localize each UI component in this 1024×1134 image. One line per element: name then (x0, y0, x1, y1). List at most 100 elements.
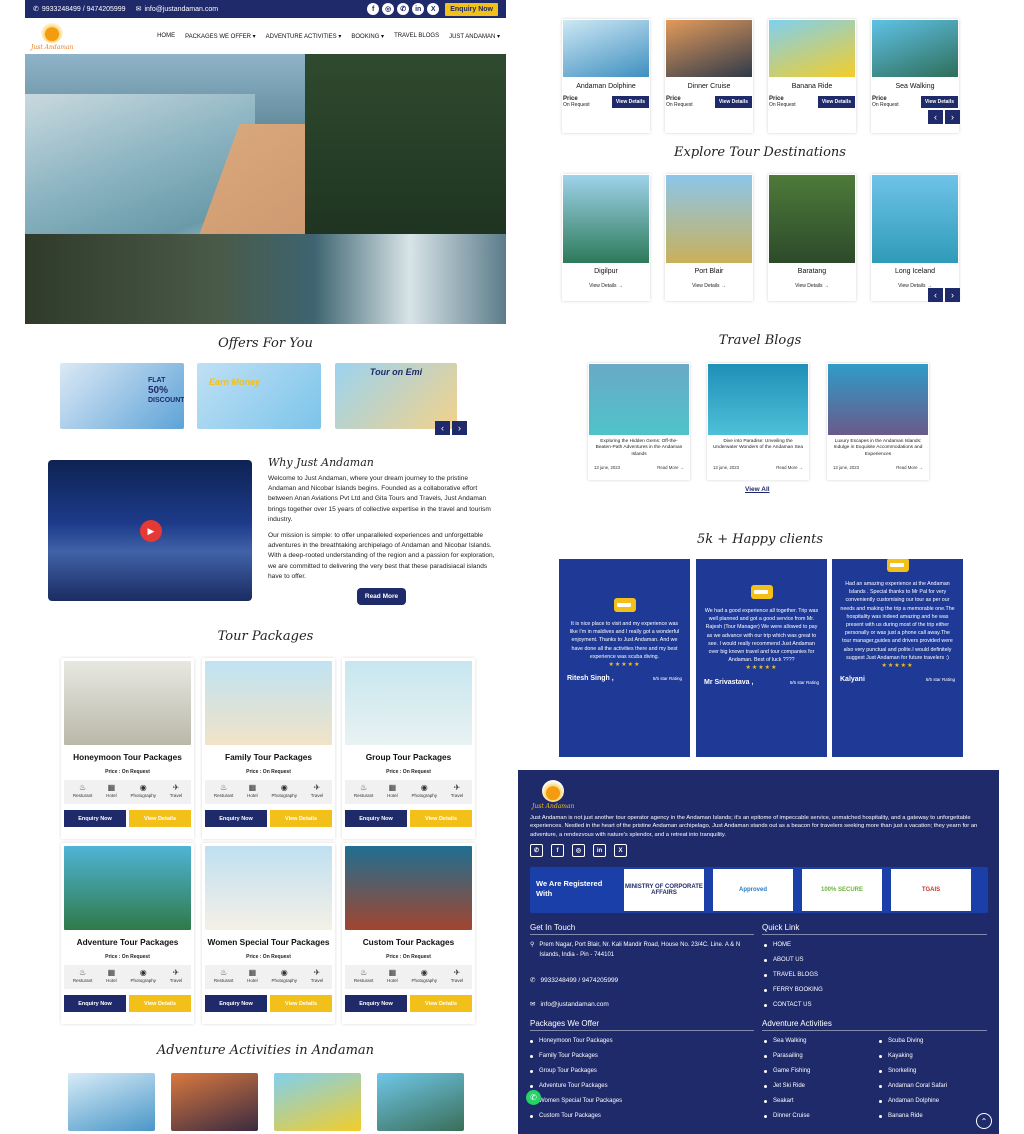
adventure-link-item[interactable]: Dinner Cruise (764, 1109, 810, 1124)
whatsapp-icon[interactable]: ✆ (530, 844, 543, 857)
facebook-icon[interactable]: f (367, 3, 380, 15)
offer-card-earn[interactable]: Earn Money (197, 363, 321, 429)
enquiry-now-button[interactable]: Enquiry Now (64, 995, 126, 1012)
x-icon[interactable]: X (614, 844, 627, 857)
footer-logo[interactable]: Just Andaman (532, 780, 574, 810)
adventure-link-item[interactable]: Game Fishing (764, 1064, 810, 1079)
blog-read-more[interactable]: Read More → (776, 465, 803, 470)
email-contact[interactable]: ✉ info@justandaman.com (136, 5, 219, 14)
quick-link-item[interactable]: HOME (764, 938, 823, 953)
destination-image[interactable] (769, 175, 855, 263)
quick-link-item[interactable]: FERRY BOOKING (764, 983, 823, 998)
view-details-link[interactable]: View Details → (665, 283, 753, 289)
next-arrow-icon[interactable]: › (945, 288, 960, 302)
adventure-image-banana[interactable] (274, 1073, 361, 1131)
adventure-image-seawalk[interactable] (377, 1073, 464, 1131)
tour-package-image[interactable] (205, 846, 332, 930)
enquiry-now-button[interactable]: Enquiry Now (345, 995, 407, 1012)
enquiry-now-button[interactable]: Enquiry Now (205, 995, 267, 1012)
enquiry-button[interactable]: Enquiry Now (445, 2, 498, 16)
blog-read-more[interactable]: Read More → (657, 465, 684, 470)
view-details-button[interactable]: View Details (270, 810, 332, 827)
package-link-item[interactable]: Family Tour Packages (530, 1049, 622, 1064)
adventure-card-image[interactable] (769, 20, 855, 77)
view-details-button[interactable]: View Details (920, 96, 958, 108)
quick-link-item[interactable]: CONTACT US (764, 998, 823, 1013)
package-link-item[interactable]: Adventure Tour Packages (530, 1079, 622, 1094)
view-details-link[interactable]: View Details → (562, 283, 650, 289)
play-icon[interactable]: ▶ (140, 520, 162, 542)
tour-package-image[interactable] (345, 661, 472, 745)
nav-adventure[interactable]: ADVENTURE ACTIVITIES ▾ (266, 33, 342, 40)
package-link-item[interactable]: Honeymoon Tour Packages (530, 1034, 622, 1049)
view-details-button[interactable]: View Details (410, 995, 472, 1012)
adventure-card-image[interactable] (563, 20, 649, 77)
quick-link-item[interactable]: ABOUT US (764, 953, 823, 968)
nav-blogs[interactable]: TRAVEL BLOGS (394, 33, 439, 40)
linkedin-icon[interactable]: in (412, 3, 425, 15)
package-link-item[interactable]: Group Tour Packages (530, 1064, 622, 1079)
nav-home[interactable]: HOME (157, 33, 175, 40)
destination-image[interactable] (666, 175, 752, 263)
view-details-button[interactable]: View Details (129, 810, 191, 827)
offer-card-discount[interactable]: FLAT 50% DISCOUNT (60, 363, 184, 429)
adventure-image-cruise[interactable] (171, 1073, 258, 1131)
footer-phone[interactable]: ✆ 9933248499 / 9474205999 (530, 976, 618, 984)
enquiry-now-button[interactable]: Enquiry Now (205, 810, 267, 827)
adventure-image-dolphin[interactable] (68, 1073, 155, 1131)
prev-arrow-icon[interactable]: ‹ (928, 288, 943, 302)
blog-read-more[interactable]: Read More → (896, 465, 923, 470)
x-icon[interactable]: X (427, 3, 440, 15)
prev-arrow-icon[interactable]: ‹ (435, 421, 450, 435)
whatsapp-icon[interactable]: ✆ (397, 3, 410, 15)
nav-booking[interactable]: BOOKING ▾ (351, 33, 384, 40)
package-link-item[interactable]: Women Special Tour Packages (530, 1094, 622, 1109)
footer-email[interactable]: ✉ info@justandaman.com (530, 1000, 609, 1008)
view-details-link[interactable]: View Details → (768, 283, 856, 289)
adventure-link-item[interactable]: Scuba Diving (879, 1034, 947, 1049)
why-video[interactable]: ▶ (48, 460, 252, 601)
scroll-top-icon[interactable]: ⌃ (976, 1113, 992, 1129)
enquiry-now-button[interactable]: Enquiry Now (64, 810, 126, 827)
view-all-link[interactable]: View All (745, 486, 770, 493)
nav-packages[interactable]: PACKAGES WE OFFER ▾ (185, 33, 256, 40)
adventure-link-item[interactable]: Sea Walking (764, 1034, 810, 1049)
adventure-link-item[interactable]: Kayaking (879, 1049, 947, 1064)
next-arrow-icon[interactable]: › (945, 110, 960, 124)
phone-contact[interactable]: ✆ 9933248499 / 9474205999 (33, 5, 126, 14)
whatsapp-float-icon[interactable]: ✆ (526, 1090, 541, 1105)
site-logo[interactable]: Just Andaman (31, 21, 73, 51)
instagram-icon[interactable]: ◎ (572, 844, 585, 857)
next-arrow-icon[interactable]: › (452, 421, 467, 435)
package-link-item[interactable]: Custom Tour Packages (530, 1109, 622, 1124)
facebook-icon[interactable]: f (551, 844, 564, 857)
tour-package-image[interactable] (345, 846, 472, 930)
tour-package-image[interactable] (205, 661, 332, 745)
prev-arrow-icon[interactable]: ‹ (928, 110, 943, 124)
offer-card-emi[interactable]: Tour on Emi (335, 363, 457, 429)
quick-link-item[interactable]: TRAVEL BLOGS (764, 968, 823, 983)
blog-image[interactable] (708, 364, 808, 435)
tour-package-image[interactable] (64, 846, 191, 930)
blog-image[interactable] (828, 364, 928, 435)
adventure-link-item[interactable]: Seakart (764, 1094, 810, 1109)
adventure-card-image[interactable] (872, 20, 958, 77)
adventure-link-item[interactable]: Parasailing (764, 1049, 810, 1064)
linkedin-icon[interactable]: in (593, 844, 606, 857)
view-details-button[interactable]: View Details (611, 96, 649, 108)
tour-package-image[interactable] (64, 661, 191, 745)
adventure-link-item[interactable]: Andaman Dolphine (879, 1094, 947, 1109)
enquiry-now-button[interactable]: Enquiry Now (345, 810, 407, 827)
view-details-button[interactable]: View Details (410, 810, 472, 827)
adventure-link-item[interactable]: Andaman Coral Safari (879, 1079, 947, 1094)
destination-image[interactable] (563, 175, 649, 263)
read-more-button[interactable]: Read More (357, 588, 406, 605)
view-details-button[interactable]: View Details (129, 995, 191, 1012)
adventure-link-item[interactable]: Banana Ride (879, 1109, 947, 1124)
blog-title[interactable]: Luxury Escapes in the Andaman Islands: I… (827, 436, 929, 463)
nav-just-andaman[interactable]: JUST ANDAMAN ▾ (449, 33, 500, 40)
blog-title[interactable]: Dive into Paradise: Unveiling the Underw… (707, 436, 809, 463)
view-details-button[interactable]: View Details (270, 995, 332, 1012)
adventure-link-item[interactable]: Jet Ski Ride (764, 1079, 810, 1094)
adventure-card-image[interactable] (666, 20, 752, 77)
